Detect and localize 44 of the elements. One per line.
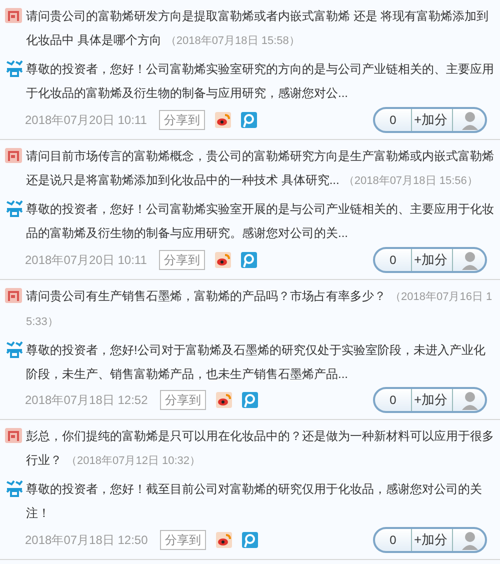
question-icon bbox=[5, 428, 22, 443]
score-count: 0 bbox=[388, 532, 398, 549]
question-text: 彭总，你们提纯的富勒烯是只可以用在化妆品中的？还是做为一种新材料可以应用于很多行业？ （2018年07月12日 10:32） bbox=[26, 428, 495, 469]
weibo-icon[interactable] bbox=[214, 252, 231, 268]
add-points-button[interactable]: +加分 bbox=[411, 389, 453, 411]
add-points-button[interactable]: +加分 bbox=[411, 109, 453, 131]
answer-time: 2018年07月18日 12:52 bbox=[25, 392, 148, 409]
answer-time: 2018年07月18日 12:50 bbox=[25, 532, 148, 549]
add-points-button[interactable]: +加分 bbox=[411, 529, 453, 551]
answer-text: 尊敬的投资者，您好！公司富勒烯实验室开展的是与公司产业链相关的、主要应用于化妆品的富勒烯及衍生物的制备与应用研究。感谢您对公司的关... bbox=[26, 201, 495, 242]
answer-icon bbox=[5, 341, 24, 358]
answer-icon bbox=[5, 200, 24, 217]
answer-icon bbox=[5, 480, 24, 497]
answer-text: 尊敬的投资者，您好！公司富勒烯实验室研究的方向的是与公司产业链相关的、主要应用于化妆品的富勒烯及衍生物的制备与应用研究，感谢您对公... bbox=[26, 61, 495, 102]
avatar-icon bbox=[461, 530, 479, 550]
question-icon bbox=[5, 8, 22, 23]
score-count: 0 bbox=[388, 112, 398, 129]
answer-icon bbox=[5, 60, 24, 77]
weibo-icon[interactable] bbox=[216, 532, 232, 548]
score-count: 0 bbox=[388, 252, 398, 269]
weibo-icon[interactable] bbox=[216, 392, 232, 408]
score-count: 0 bbox=[388, 392, 398, 409]
question-icon bbox=[5, 148, 22, 163]
tencent-weibo-icon[interactable] bbox=[240, 112, 257, 128]
share-button[interactable]: 分享到 bbox=[160, 530, 206, 550]
answer-text: 尊敬的投资者，您好！截至目前公司对富勒烯的研究仅用于化妆品，感谢您对公司的关注！ bbox=[26, 481, 483, 522]
weibo-icon[interactable] bbox=[214, 112, 231, 128]
avatar-icon bbox=[461, 390, 479, 410]
answer-time: 2018年07月20日 10:11 bbox=[25, 112, 147, 129]
share-button[interactable]: 分享到 bbox=[160, 390, 206, 410]
share-button[interactable]: 分享到 bbox=[158, 250, 205, 270]
add-points-button[interactable]: +加分 bbox=[411, 249, 453, 271]
avatar-icon bbox=[461, 250, 479, 270]
answer-text: 尊敬的投资者，您好!公司对于富勒烯及石墨烯的研究仅处于实验室阶段，未进入产业化阶段，未生产、销售富勒烯产品，也未生产销售石墨烯产品... bbox=[26, 342, 486, 383]
tencent-weibo-icon[interactable] bbox=[242, 532, 258, 548]
question-text: 请问目前市场传言的富勒烯概念，贵公司的富勒烯研究方向是生产富勒烯或内嵌式富勒烯还是说只是将富勒烯添加到化妆品中的一种技术 具体研究... （2018年07月18日 15:56） bbox=[26, 148, 495, 189]
answer-time: 2018年07月20日 10:11 bbox=[25, 252, 147, 269]
question-text: 请问贵公司有生产销售石墨烯，富勒烯的产品吗？市场占有率多少？ （2018年07月16日 15:33） bbox=[26, 288, 494, 330]
tencent-weibo-icon[interactable] bbox=[242, 392, 258, 408]
tencent-weibo-icon[interactable] bbox=[240, 252, 257, 268]
avatar-icon bbox=[461, 110, 479, 130]
question-icon bbox=[5, 288, 22, 303]
share-button[interactable]: 分享到 bbox=[158, 110, 205, 130]
question-text: 请问贵公司的富勒烯研发方向是提取富勒烯或者内嵌式富勒烯 还是 将现有富勒烯添加到化妆品中 具体是哪个方向 （2018年07月18日 15:58） bbox=[26, 8, 490, 49]
